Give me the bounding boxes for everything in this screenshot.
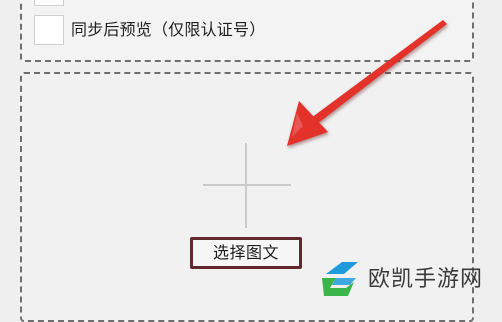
watermark-text: 欧凯手游网	[368, 267, 484, 292]
sync-preview-label: 同步后预览（仅限认证号）	[71, 20, 266, 39]
sync-preview-checkbox[interactable]	[34, 15, 64, 45]
plus-icon-horizontal[interactable]	[203, 184, 291, 186]
select-image-text-button[interactable]: 选择图文	[190, 237, 302, 269]
watermark: 欧凯手游网	[310, 254, 502, 307]
previous-checkbox-partial[interactable]	[34, 0, 64, 6]
watermark-logo-icon	[322, 262, 358, 296]
